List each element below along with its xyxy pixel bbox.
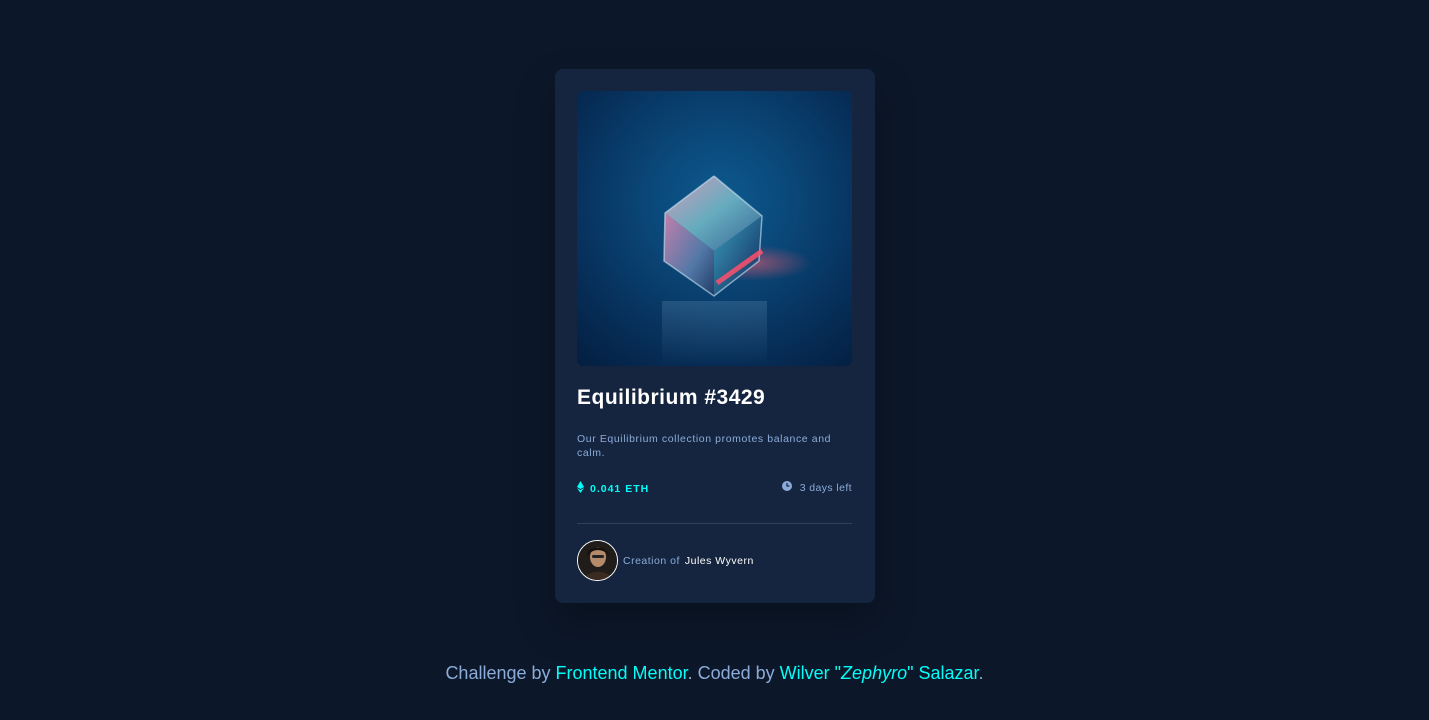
clock-icon bbox=[781, 481, 792, 494]
ethereum-icon bbox=[577, 481, 584, 496]
price-info: 0.041 ETH bbox=[577, 481, 649, 496]
creator-prefix: Creation of bbox=[623, 554, 680, 567]
attribution-middle: . Coded by bbox=[687, 663, 780, 683]
creator-info: Creation of Jules Wyvern bbox=[577, 540, 754, 581]
price-value: 0.041 ETH bbox=[590, 482, 650, 495]
creator-avatar bbox=[577, 540, 618, 581]
nft-description: Our Equilibrium collection promotes bala… bbox=[577, 433, 832, 459]
nft-image[interactable] bbox=[577, 91, 852, 366]
frontend-mentor-link[interactable]: Frontend Mentor bbox=[556, 663, 688, 683]
nft-meta-row: 0.041 ETH 3 days left bbox=[577, 481, 852, 497]
coder-first: Wilver " bbox=[779, 663, 842, 683]
page-stage: Equilibrium #3429 Our Equilibrium collec… bbox=[0, 0, 1429, 720]
coder-nickname: Zephyro bbox=[841, 663, 908, 683]
creator-name-link[interactable]: Jules Wyvern bbox=[685, 555, 754, 567]
card-divider bbox=[577, 523, 852, 524]
nft-title[interactable]: Equilibrium #3429 bbox=[577, 386, 765, 410]
cube-artwork bbox=[662, 175, 812, 366]
time-left-info: 3 days left bbox=[781, 481, 852, 494]
attribution: Challenge by Frontend Mentor. Coded by W… bbox=[0, 663, 1429, 684]
coder-link[interactable]: Wilver "Zephyro" Salazar bbox=[780, 663, 979, 683]
time-left-value: 3 days left bbox=[799, 481, 852, 494]
coder-last: " Salazar bbox=[907, 663, 979, 683]
attribution-prefix: Challenge by bbox=[445, 663, 556, 683]
attribution-suffix: . bbox=[978, 663, 984, 683]
nft-card: Equilibrium #3429 Our Equilibrium collec… bbox=[555, 69, 875, 603]
